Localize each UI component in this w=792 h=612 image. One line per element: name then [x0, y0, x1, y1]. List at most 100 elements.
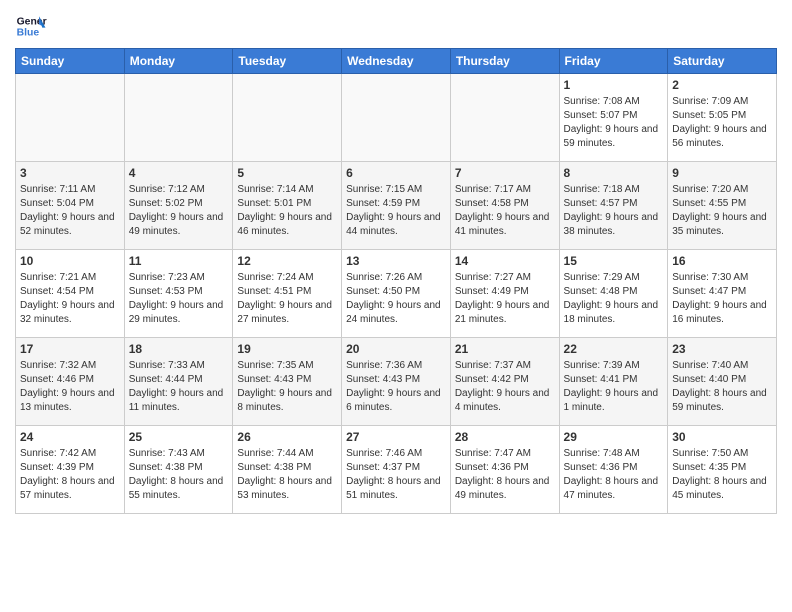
day-number: 2: [672, 77, 772, 93]
day-number: 17: [20, 341, 120, 357]
calendar-day-cell: 4 Sunrise: 7:12 AM Sunset: 5:02 PM Daylig…: [124, 162, 233, 250]
day-number: 16: [672, 253, 772, 269]
day-number: 18: [129, 341, 229, 357]
day-info: Sunrise: 7:14 AM Sunset: 5:01 PM Dayligh…: [237, 183, 337, 239]
calendar-day-cell: 18 Sunrise: 7:33 AM Sunset: 4:44 PM Dayli…: [124, 338, 233, 426]
day-number: 28: [455, 429, 555, 445]
weekday-header: Wednesday: [342, 49, 451, 74]
calendar-day-cell: 15 Sunrise: 7:29 AM Sunset: 4:48 PM Dayli…: [559, 250, 668, 338]
calendar-day-cell: [16, 74, 125, 162]
calendar-day-cell: 24 Sunrise: 7:42 AM Sunset: 4:39 PM Dayli…: [16, 426, 125, 514]
weekday-header: Friday: [559, 49, 668, 74]
logo-icon: General Blue: [15, 10, 47, 42]
calendar-week-row: 17 Sunrise: 7:32 AM Sunset: 4:46 PM Dayli…: [16, 338, 777, 426]
calendar-day-cell: 1 Sunrise: 7:08 AM Sunset: 5:07 PM Daylig…: [559, 74, 668, 162]
day-info: Sunrise: 7:47 AM Sunset: 4:36 PM Dayligh…: [455, 447, 555, 503]
calendar-header-row: SundayMondayTuesdayWednesdayThursdayFrid…: [16, 49, 777, 74]
day-info: Sunrise: 7:35 AM Sunset: 4:43 PM Dayligh…: [237, 359, 337, 415]
calendar-day-cell: 26 Sunrise: 7:44 AM Sunset: 4:38 PM Dayli…: [233, 426, 342, 514]
weekday-header: Thursday: [450, 49, 559, 74]
calendar-day-cell: 6 Sunrise: 7:15 AM Sunset: 4:59 PM Daylig…: [342, 162, 451, 250]
day-number: 15: [564, 253, 664, 269]
day-info: Sunrise: 7:33 AM Sunset: 4:44 PM Dayligh…: [129, 359, 229, 415]
day-info: Sunrise: 7:20 AM Sunset: 4:55 PM Dayligh…: [672, 183, 772, 239]
day-number: 21: [455, 341, 555, 357]
day-info: Sunrise: 7:40 AM Sunset: 4:40 PM Dayligh…: [672, 359, 772, 415]
day-number: 26: [237, 429, 337, 445]
weekday-header: Sunday: [16, 49, 125, 74]
day-number: 13: [346, 253, 446, 269]
svg-text:Blue: Blue: [17, 28, 40, 39]
day-number: 1: [564, 77, 664, 93]
calendar-day-cell: [342, 74, 451, 162]
calendar-day-cell: 30 Sunrise: 7:50 AM Sunset: 4:35 PM Dayli…: [668, 426, 777, 514]
calendar-day-cell: 10Sunrise: 7:21 AM Sunset: 4:54 PM Dayli…: [16, 250, 125, 338]
weekday-header: Saturday: [668, 49, 777, 74]
day-number: 14: [455, 253, 555, 269]
calendar-day-cell: 29Sunrise: 7:48 AM Sunset: 4:36 PM Dayli…: [559, 426, 668, 514]
day-info: Sunrise: 7:29 AM Sunset: 4:48 PM Dayligh…: [564, 271, 664, 327]
weekday-header: Monday: [124, 49, 233, 74]
calendar-day-cell: 19 Sunrise: 7:35 AM Sunset: 4:43 PM Dayli…: [233, 338, 342, 426]
calendar-day-cell: 12 Sunrise: 7:24 AM Sunset: 4:51 PM Dayli…: [233, 250, 342, 338]
day-info: Sunrise: 7:18 AM Sunset: 4:57 PM Dayligh…: [564, 183, 664, 239]
day-info: Sunrise: 7:09 AM Sunset: 5:05 PM Dayligh…: [672, 95, 772, 151]
day-number: 20: [346, 341, 446, 357]
day-number: 8: [564, 165, 664, 181]
calendar-day-cell: 17 Sunrise: 7:32 AM Sunset: 4:46 PM Dayli…: [16, 338, 125, 426]
day-number: 11: [129, 253, 229, 269]
header: General Blue: [15, 10, 777, 42]
day-info: Sunrise: 7:26 AM Sunset: 4:50 PM Dayligh…: [346, 271, 446, 327]
calendar-day-cell: 2 Sunrise: 7:09 AM Sunset: 5:05 PM Daylig…: [668, 74, 777, 162]
calendar-day-cell: 13 Sunrise: 7:26 AM Sunset: 4:50 PM Dayli…: [342, 250, 451, 338]
calendar-week-row: 1 Sunrise: 7:08 AM Sunset: 5:07 PM Daylig…: [16, 74, 777, 162]
calendar-table: SundayMondayTuesdayWednesdayThursdayFrid…: [15, 48, 777, 514]
day-info: Sunrise: 7:15 AM Sunset: 4:59 PM Dayligh…: [346, 183, 446, 239]
day-number: 5: [237, 165, 337, 181]
calendar-day-cell: 23 Sunrise: 7:40 AM Sunset: 4:40 PM Dayli…: [668, 338, 777, 426]
calendar-week-row: 3 Sunrise: 7:11 AM Sunset: 5:04 PM Daylig…: [16, 162, 777, 250]
day-info: Sunrise: 7:39 AM Sunset: 4:41 PM Dayligh…: [564, 359, 664, 415]
day-info: Sunrise: 7:42 AM Sunset: 4:39 PM Dayligh…: [20, 447, 120, 503]
calendar-day-cell: 14Sunrise: 7:27 AM Sunset: 4:49 PM Dayli…: [450, 250, 559, 338]
calendar-day-cell: [124, 74, 233, 162]
calendar-day-cell: [450, 74, 559, 162]
calendar-day-cell: 22Sunrise: 7:39 AM Sunset: 4:41 PM Dayli…: [559, 338, 668, 426]
calendar-day-cell: 11 Sunrise: 7:23 AM Sunset: 4:53 PM Dayli…: [124, 250, 233, 338]
calendar-day-cell: 21 Sunrise: 7:37 AM Sunset: 4:42 PM Dayli…: [450, 338, 559, 426]
day-number: 6: [346, 165, 446, 181]
day-info: Sunrise: 7:11 AM Sunset: 5:04 PM Dayligh…: [20, 183, 120, 239]
calendar-day-cell: 16 Sunrise: 7:30 AM Sunset: 4:47 PM Dayli…: [668, 250, 777, 338]
day-number: 30: [672, 429, 772, 445]
day-number: 24: [20, 429, 120, 445]
day-info: Sunrise: 7:24 AM Sunset: 4:51 PM Dayligh…: [237, 271, 337, 327]
calendar-day-cell: 28 Sunrise: 7:47 AM Sunset: 4:36 PM Dayli…: [450, 426, 559, 514]
day-number: 19: [237, 341, 337, 357]
calendar-day-cell: [233, 74, 342, 162]
day-number: 12: [237, 253, 337, 269]
weekday-header: Tuesday: [233, 49, 342, 74]
day-info: Sunrise: 7:46 AM Sunset: 4:37 PM Dayligh…: [346, 447, 446, 503]
day-info: Sunrise: 7:37 AM Sunset: 4:42 PM Dayligh…: [455, 359, 555, 415]
calendar-day-cell: 5 Sunrise: 7:14 AM Sunset: 5:01 PM Daylig…: [233, 162, 342, 250]
calendar-day-cell: 25Sunrise: 7:43 AM Sunset: 4:38 PM Dayli…: [124, 426, 233, 514]
day-info: Sunrise: 7:50 AM Sunset: 4:35 PM Dayligh…: [672, 447, 772, 503]
day-info: Sunrise: 7:30 AM Sunset: 4:47 PM Dayligh…: [672, 271, 772, 327]
calendar-week-row: 24 Sunrise: 7:42 AM Sunset: 4:39 PM Dayli…: [16, 426, 777, 514]
day-info: Sunrise: 7:12 AM Sunset: 5:02 PM Dayligh…: [129, 183, 229, 239]
day-info: Sunrise: 7:44 AM Sunset: 4:38 PM Dayligh…: [237, 447, 337, 503]
day-info: Sunrise: 7:36 AM Sunset: 4:43 PM Dayligh…: [346, 359, 446, 415]
day-info: Sunrise: 7:32 AM Sunset: 4:46 PM Dayligh…: [20, 359, 120, 415]
calendar-day-cell: 9Sunrise: 7:20 AM Sunset: 4:55 PM Daylig…: [668, 162, 777, 250]
day-info: Sunrise: 7:08 AM Sunset: 5:07 PM Dayligh…: [564, 95, 664, 151]
calendar-day-cell: 3 Sunrise: 7:11 AM Sunset: 5:04 PM Daylig…: [16, 162, 125, 250]
calendar-day-cell: 8 Sunrise: 7:18 AM Sunset: 4:57 PM Daylig…: [559, 162, 668, 250]
day-info: Sunrise: 7:23 AM Sunset: 4:53 PM Dayligh…: [129, 271, 229, 327]
day-number: 25: [129, 429, 229, 445]
day-number: 3: [20, 165, 120, 181]
page-container: General Blue SundayMondayTuesdayWednesda…: [0, 0, 792, 524]
day-number: 4: [129, 165, 229, 181]
day-number: 23: [672, 341, 772, 357]
day-info: Sunrise: 7:21 AM Sunset: 4:54 PM Dayligh…: [20, 271, 120, 327]
calendar-day-cell: 7Sunrise: 7:17 AM Sunset: 4:58 PM Daylig…: [450, 162, 559, 250]
